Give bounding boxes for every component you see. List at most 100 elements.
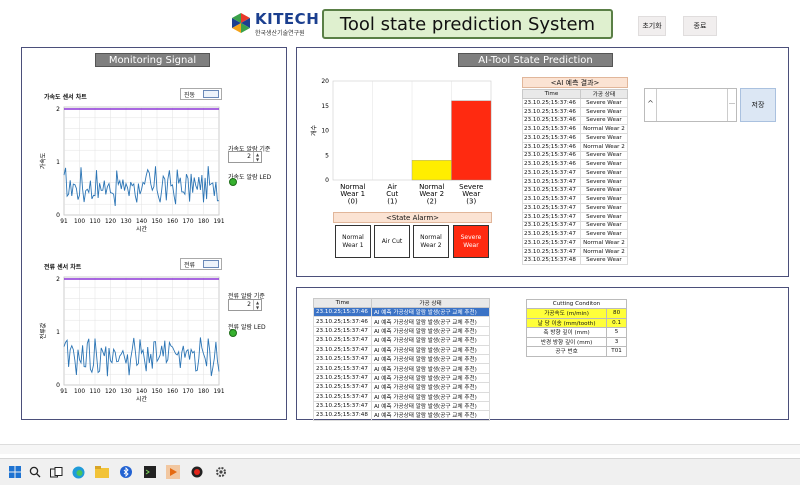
table-row[interactable]: 23.10.25;15:37:46 Severe Wear	[522, 106, 629, 117]
y-tick-label: 0	[56, 382, 60, 389]
table-row[interactable]: 23.10.25;15:37:48 AI 예측 가공상태 알람 발생(공구 교체 …	[313, 410, 490, 421]
table-row[interactable]: 23.10.25;15:37:46 Severe Wear	[522, 115, 629, 126]
condition-name-cell: 날 당 이송 (mm/tooth)	[525, 317, 608, 328]
table-row: 축 방향 깊이 (mm) 5	[525, 327, 627, 338]
table-row[interactable]: 23.10.25;15:37:46 Normal Wear 2	[522, 141, 629, 152]
state-alarm-title: <State Alarm>	[333, 212, 492, 223]
table-row[interactable]: 23.10.25;15:37:47 AI 예측 가공상태 알람 발생(공구 교체 …	[313, 372, 490, 384]
table-row[interactable]: 23.10.25;15:37:47 Severe Wear	[522, 220, 629, 231]
table-row[interactable]: 23.10.25;15:37:46 Severe Wear	[522, 159, 629, 169]
save-button[interactable]: 저장	[740, 88, 776, 122]
table-row[interactable]: 23.10.25;15:37:47 AI 예측 가공상태 알람 발생(공구 교체 …	[313, 335, 490, 346]
stepper-arrows-icon[interactable]: ▲ ▼	[253, 152, 261, 162]
table-row[interactable]: 23.10.25;15:37:47 AI 예측 가공상태 알람 발생(공구 교체 …	[313, 391, 490, 402]
history-state-cell: AI 예측 가공상태 알람 발생(공구 교체 추천)	[371, 335, 490, 346]
table-row[interactable]: 23.10.25;15:37:46 Severe Wear	[522, 150, 629, 161]
alarm-history-table[interactable]: Time 가공 상태 23.10.25;15:37:46 AI 예측 가공상태 알…	[313, 298, 490, 421]
app-window: KITECH 한국생산기술연구원 Tool state prediction S…	[0, 0, 800, 458]
result-state-cell: Severe Wear	[579, 220, 629, 231]
table-row[interactable]: 23.10.25;15:37:47 AI 예측 가공상태 알람 발생(공구 교체 …	[313, 382, 490, 393]
browse-ellipsis-icon[interactable]: …	[727, 89, 736, 121]
y-tick-label: 15	[321, 103, 329, 110]
table-row[interactable]: 23.10.25;15:37:47 Severe Wear	[522, 211, 629, 222]
ai-result-table[interactable]: Time 가공 상태 23.10.25;15:37:46 Severe Wear 2…	[522, 89, 629, 266]
accel-signal-chart: 2 1 091 100 110 120 130 140 150 160 170 180 191 시간 가속도	[39, 106, 225, 233]
result-state-cell: Severe Wear	[579, 203, 629, 213]
x-tick-label: 130	[120, 389, 131, 395]
cutting-condition-table: Cutting Conditon 가공속도 (m/min) 80 날 당 이송 (m…	[525, 299, 627, 357]
x-tick-label: 120	[105, 219, 116, 225]
result-state-cell: Normal Wear 2	[579, 141, 629, 152]
history-time-cell: 23.10.25;15:37:47	[313, 372, 372, 384]
table-row[interactable]: 23.10.25;15:37:47 Severe Wear	[522, 168, 629, 178]
table-row[interactable]: 23.10.25;15:37:47 AI 예측 가공상태 알람 발생(공구 교체 …	[313, 400, 490, 412]
result-state-cell: Severe Wear	[579, 98, 629, 108]
result-state-cell: Severe Wear	[579, 115, 629, 126]
cutting-condition-title: Cutting Conditon	[526, 299, 627, 309]
media-icon[interactable]	[166, 465, 180, 479]
y-tick-label: 1	[56, 159, 60, 166]
windows-start-icon[interactable]	[8, 465, 22, 479]
current-mode-toggle[interactable]: 전류	[180, 258, 222, 270]
terminal-icon[interactable]	[143, 465, 157, 479]
current-alarm-value: 2	[247, 301, 251, 308]
table-row[interactable]: 23.10.25;15:37:47 Normal Wear 2	[522, 238, 629, 248]
alarm-severe-wear: Severe Wear	[453, 225, 489, 258]
table-row[interactable]: 23.10.25;15:37:46 AI 예측 가공상태 알람 발생(공구 교체 …	[313, 306, 490, 318]
table-row[interactable]: 23.10.25;15:37:46 Severe Wear	[522, 98, 629, 108]
table-row[interactable]: 23.10.25;15:37:47 AI 예측 가공상태 알람 발생(공구 교체 …	[313, 344, 490, 355]
result-state-cell: Severe Wear	[579, 194, 629, 204]
scroll-up-icon[interactable]: ^	[645, 89, 657, 121]
result-time-cell: 23.10.25;15:37:47	[522, 203, 581, 213]
history-time-cell: 23.10.25;15:37:47	[313, 363, 372, 374]
result-state-cell: Severe Wear	[579, 159, 629, 169]
column-header-state: 가공 상태	[579, 89, 629, 99]
search-icon[interactable]	[28, 465, 42, 479]
x-tick-label: 100	[74, 219, 85, 225]
table-row[interactable]: 23.10.25;15:37:47 Severe Wear	[522, 194, 629, 204]
result-state-cell: Normal Wear 2	[579, 124, 629, 134]
table-row[interactable]: 23.10.25;15:37:47 Severe Wear	[522, 185, 629, 196]
accel-mode-label: 진동	[184, 91, 196, 99]
horizontal-scrollbar[interactable]	[0, 444, 800, 454]
task-view-icon[interactable]	[49, 465, 63, 479]
history-time-cell: 23.10.25;15:37:47	[313, 344, 372, 355]
stepper-arrows-icon[interactable]: ▲ ▼	[253, 300, 261, 310]
table-row[interactable]: 23.10.25;15:37:47 AI 예측 가공상태 알람 발생(공구 교체 …	[313, 353, 490, 365]
save-path-field[interactable]: ^ …	[644, 88, 737, 122]
table-row[interactable]: 23.10.25;15:37:46 Normal Wear 2	[522, 124, 629, 134]
edge-browser-icon[interactable]	[71, 465, 85, 479]
reset-button[interactable]: 초기화	[638, 16, 666, 36]
table-row[interactable]: 23.10.25;15:37:47 Severe Wear	[522, 229, 629, 239]
history-state-cell: AI 예측 가공상태 알람 발생(공구 교체 추천)	[371, 382, 490, 393]
condition-name-cell: 반경 방향 깊이 (mm)	[525, 336, 608, 347]
table-row[interactable]: 23.10.25;15:37:47 AI 예측 가공상태 알람 발생(공구 교체 …	[313, 325, 490, 337]
table-row[interactable]: 23.10.25;15:37:46 AI 예측 가공상태 알람 발생(공구 교체 …	[313, 316, 490, 327]
accel-alarm-stepper[interactable]: 2 ▲ ▼	[228, 151, 262, 163]
table-row[interactable]: 23.10.25;15:37:47 Normal Wear 2	[522, 246, 629, 257]
table-row[interactable]: 23.10.25;15:37:47 Severe Wear	[522, 203, 629, 213]
table-row[interactable]: 23.10.25;15:37:47 Severe Wear	[522, 176, 629, 187]
result-state-cell: Normal Wear 2	[579, 238, 629, 248]
file-explorer-icon[interactable]	[95, 465, 109, 479]
table-row[interactable]: 23.10.25;15:37:46 Severe Wear	[522, 133, 629, 143]
ai-result-title: <AI 예측 결과>	[522, 77, 628, 88]
table-row[interactable]: 23.10.25;15:37:48 Severe Wear	[522, 255, 629, 266]
current-alarm-led	[229, 329, 237, 337]
condition-name-cell: 축 방향 깊이 (mm)	[525, 327, 608, 338]
x-tick-label: 150	[151, 389, 162, 395]
current-alarm-stepper[interactable]: 2 ▲ ▼	[228, 299, 262, 311]
accel-mode-toggle[interactable]: 진동	[180, 88, 222, 100]
accel-chart-title: 가속도 센서 차트	[44, 94, 87, 101]
bluetooth-icon[interactable]	[119, 465, 133, 479]
record-icon[interactable]	[190, 465, 204, 479]
settings-icon[interactable]	[214, 465, 228, 479]
result-time-cell: 23.10.25;15:37:47	[522, 229, 581, 239]
waveform-icon	[203, 260, 219, 268]
condition-name-cell: 공구 번호	[525, 346, 608, 357]
exit-button[interactable]: 종료	[683, 16, 717, 36]
table-row[interactable]: 23.10.25;15:37:47 AI 예측 가공상태 알람 발생(공구 교체 …	[313, 363, 490, 374]
result-time-cell: 23.10.25;15:37:47	[522, 220, 581, 231]
alarm-normal-wear-2: Normal Wear 2	[413, 225, 449, 258]
y-tick-label: 5	[325, 152, 329, 159]
